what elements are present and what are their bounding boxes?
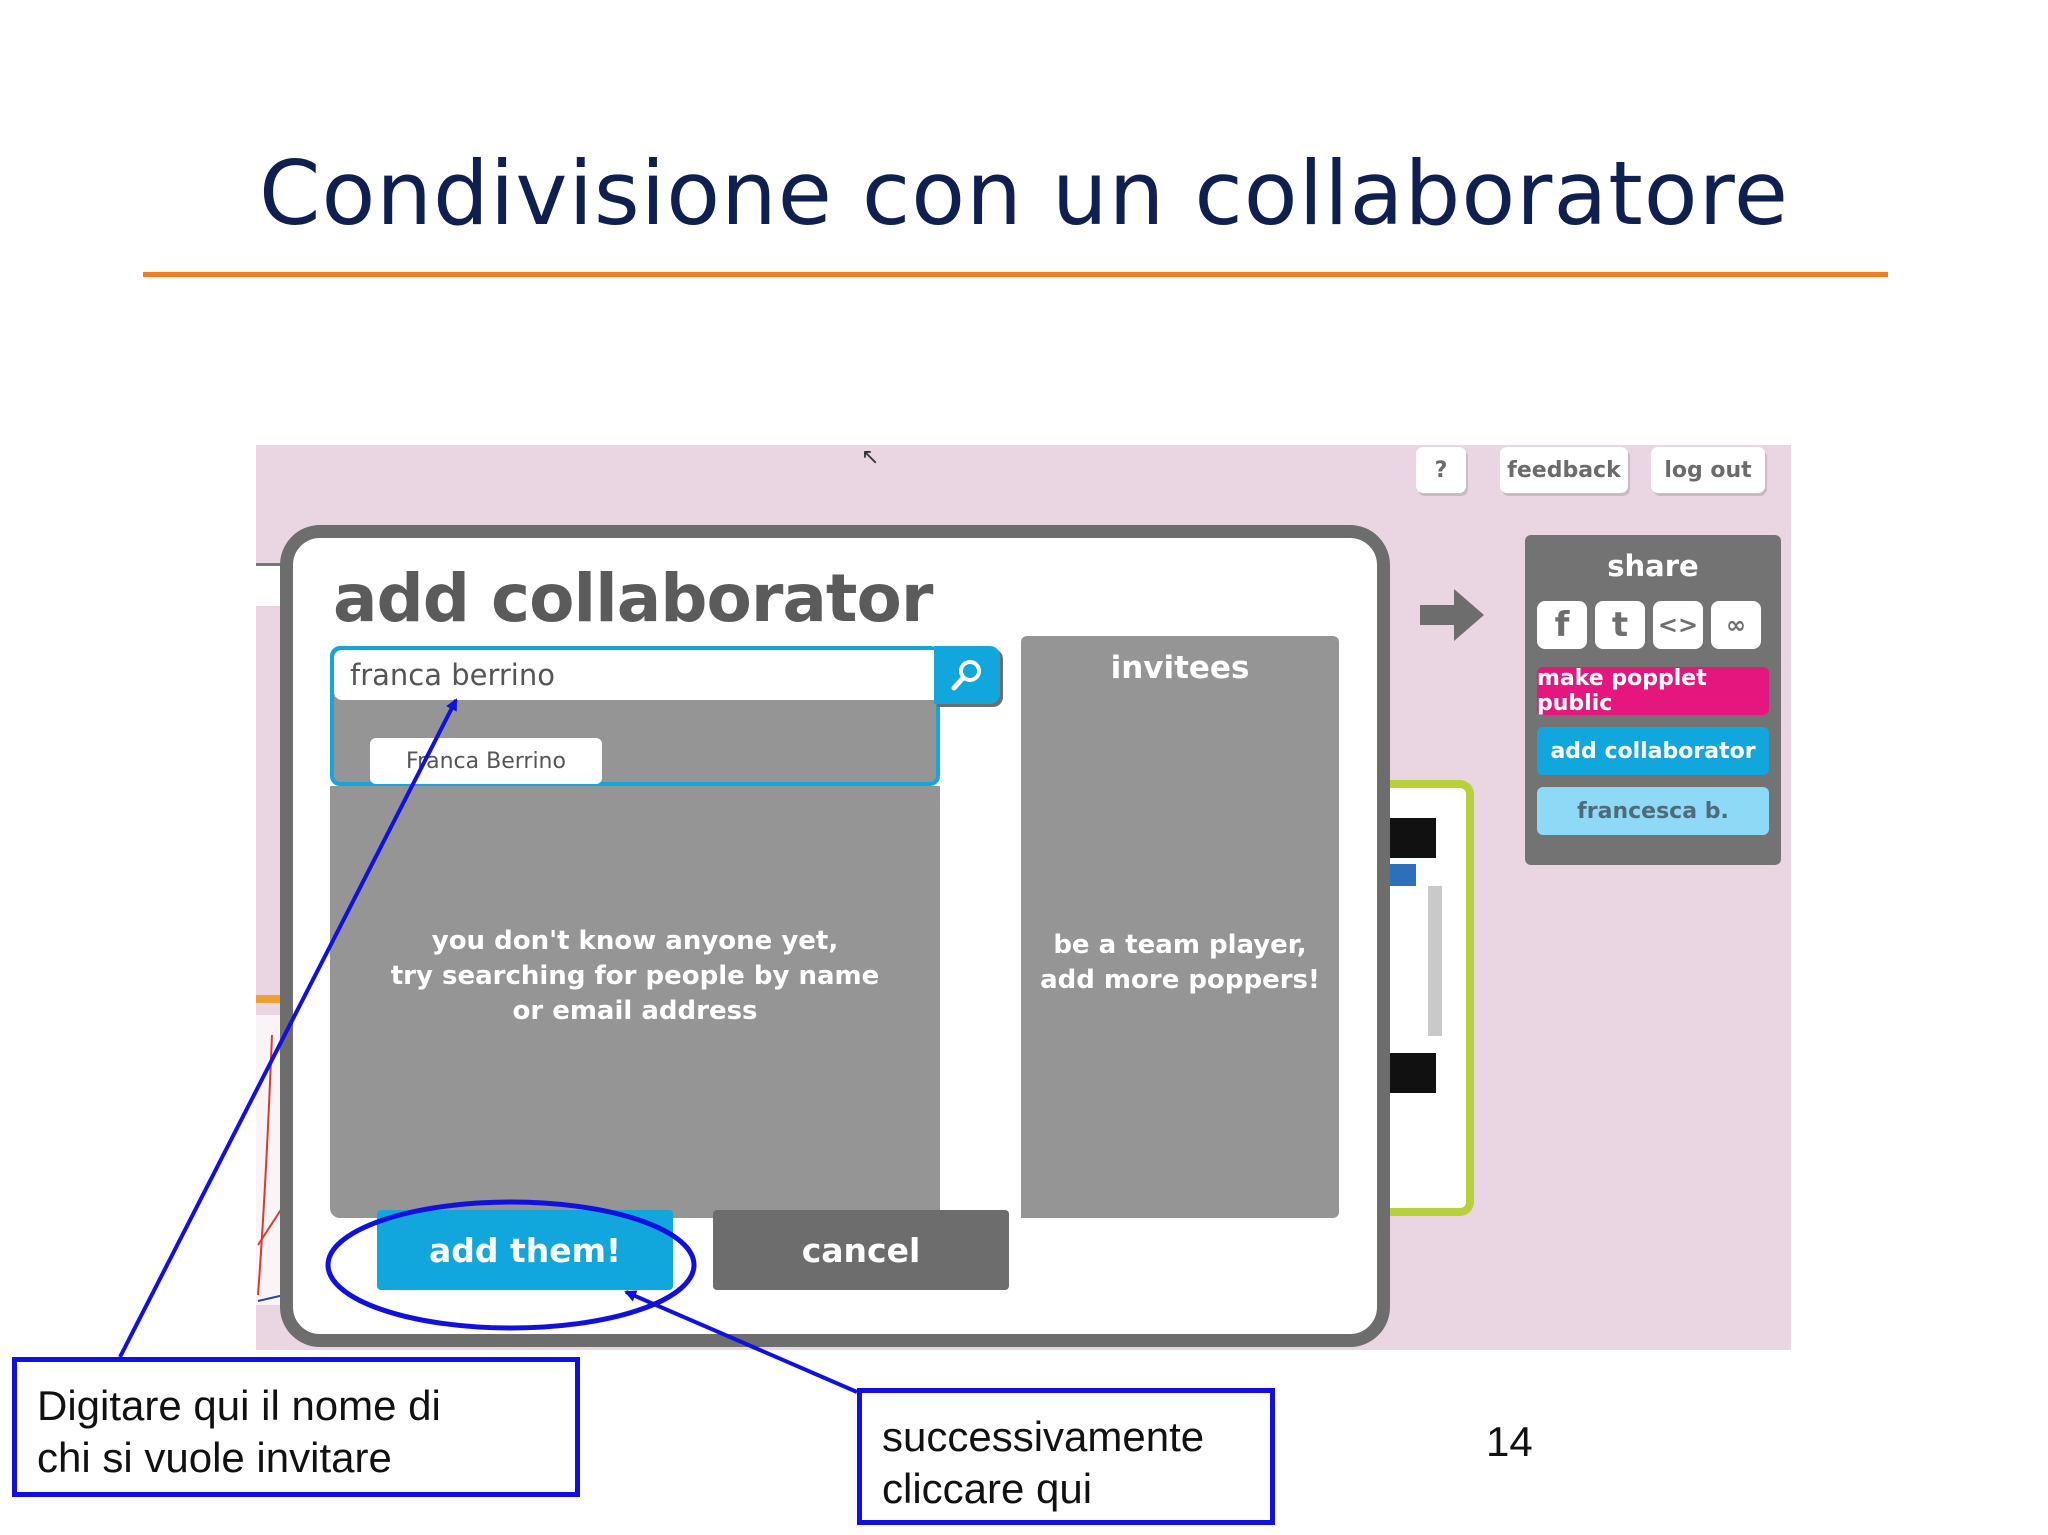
arrow-right-icon: [1420, 589, 1484, 641]
feedback-button[interactable]: feedback: [1500, 447, 1628, 493]
embed-icon[interactable]: <>: [1653, 601, 1703, 649]
dialog-title: add collaborator: [333, 560, 933, 637]
add-collaborator-button[interactable]: add collaborator: [1537, 727, 1769, 775]
add-collaborator-dialog: add collaborator Franca Berrino you don'…: [280, 525, 1390, 1347]
search-results-panel: you don't know anyone yet, try searching…: [330, 786, 940, 1218]
invitees-title: invitees: [1110, 650, 1250, 686]
add-them-button[interactable]: add them!: [377, 1210, 673, 1290]
user-button[interactable]: francesca b.: [1537, 787, 1769, 835]
title-divider: [143, 272, 1888, 277]
invitees-panel: invitees be a team player, add more popp…: [1021, 636, 1339, 1218]
empty-results-message: you don't know anyone yet, try searching…: [390, 926, 880, 1026]
invitees-empty-message: be a team player, add more poppers!: [1040, 930, 1320, 995]
card-scrollbar[interactable]: [1428, 886, 1442, 1036]
share-title: share: [1607, 549, 1699, 583]
search-icon: [951, 660, 981, 691]
twitter-icon[interactable]: t: [1595, 601, 1645, 649]
mouse-cursor-icon: ↖: [861, 445, 880, 470]
callout-search-hint: Digitare qui il nome di chi si vuole inv…: [12, 1357, 580, 1497]
slide-title: Condivisione con un collaboratore: [259, 142, 1789, 245]
move-to-invitees-icon[interactable]: [958, 756, 1010, 796]
search-suggestion[interactable]: Franca Berrino: [370, 738, 602, 784]
search-button[interactable]: [934, 646, 1000, 704]
search-input[interactable]: [334, 650, 934, 700]
make-public-button[interactable]: make popplet public: [1537, 666, 1769, 716]
facebook-icon[interactable]: f: [1537, 601, 1587, 649]
share-panel: share f t <> ∞ make popplet public add c…: [1525, 535, 1781, 865]
callout-click-hint: successivamente cliccare qui: [857, 1388, 1275, 1525]
app-screenshot: ↖ ? feedback log out share f t <> ∞ make…: [256, 445, 1791, 1350]
help-button[interactable]: ?: [1416, 447, 1466, 493]
logout-button[interactable]: log out: [1651, 447, 1765, 493]
link-icon[interactable]: ∞: [1711, 601, 1761, 649]
page-number: 14: [1486, 1418, 1533, 1465]
cancel-button[interactable]: cancel: [713, 1210, 1009, 1290]
share-icons: f t <> ∞: [1537, 601, 1761, 649]
